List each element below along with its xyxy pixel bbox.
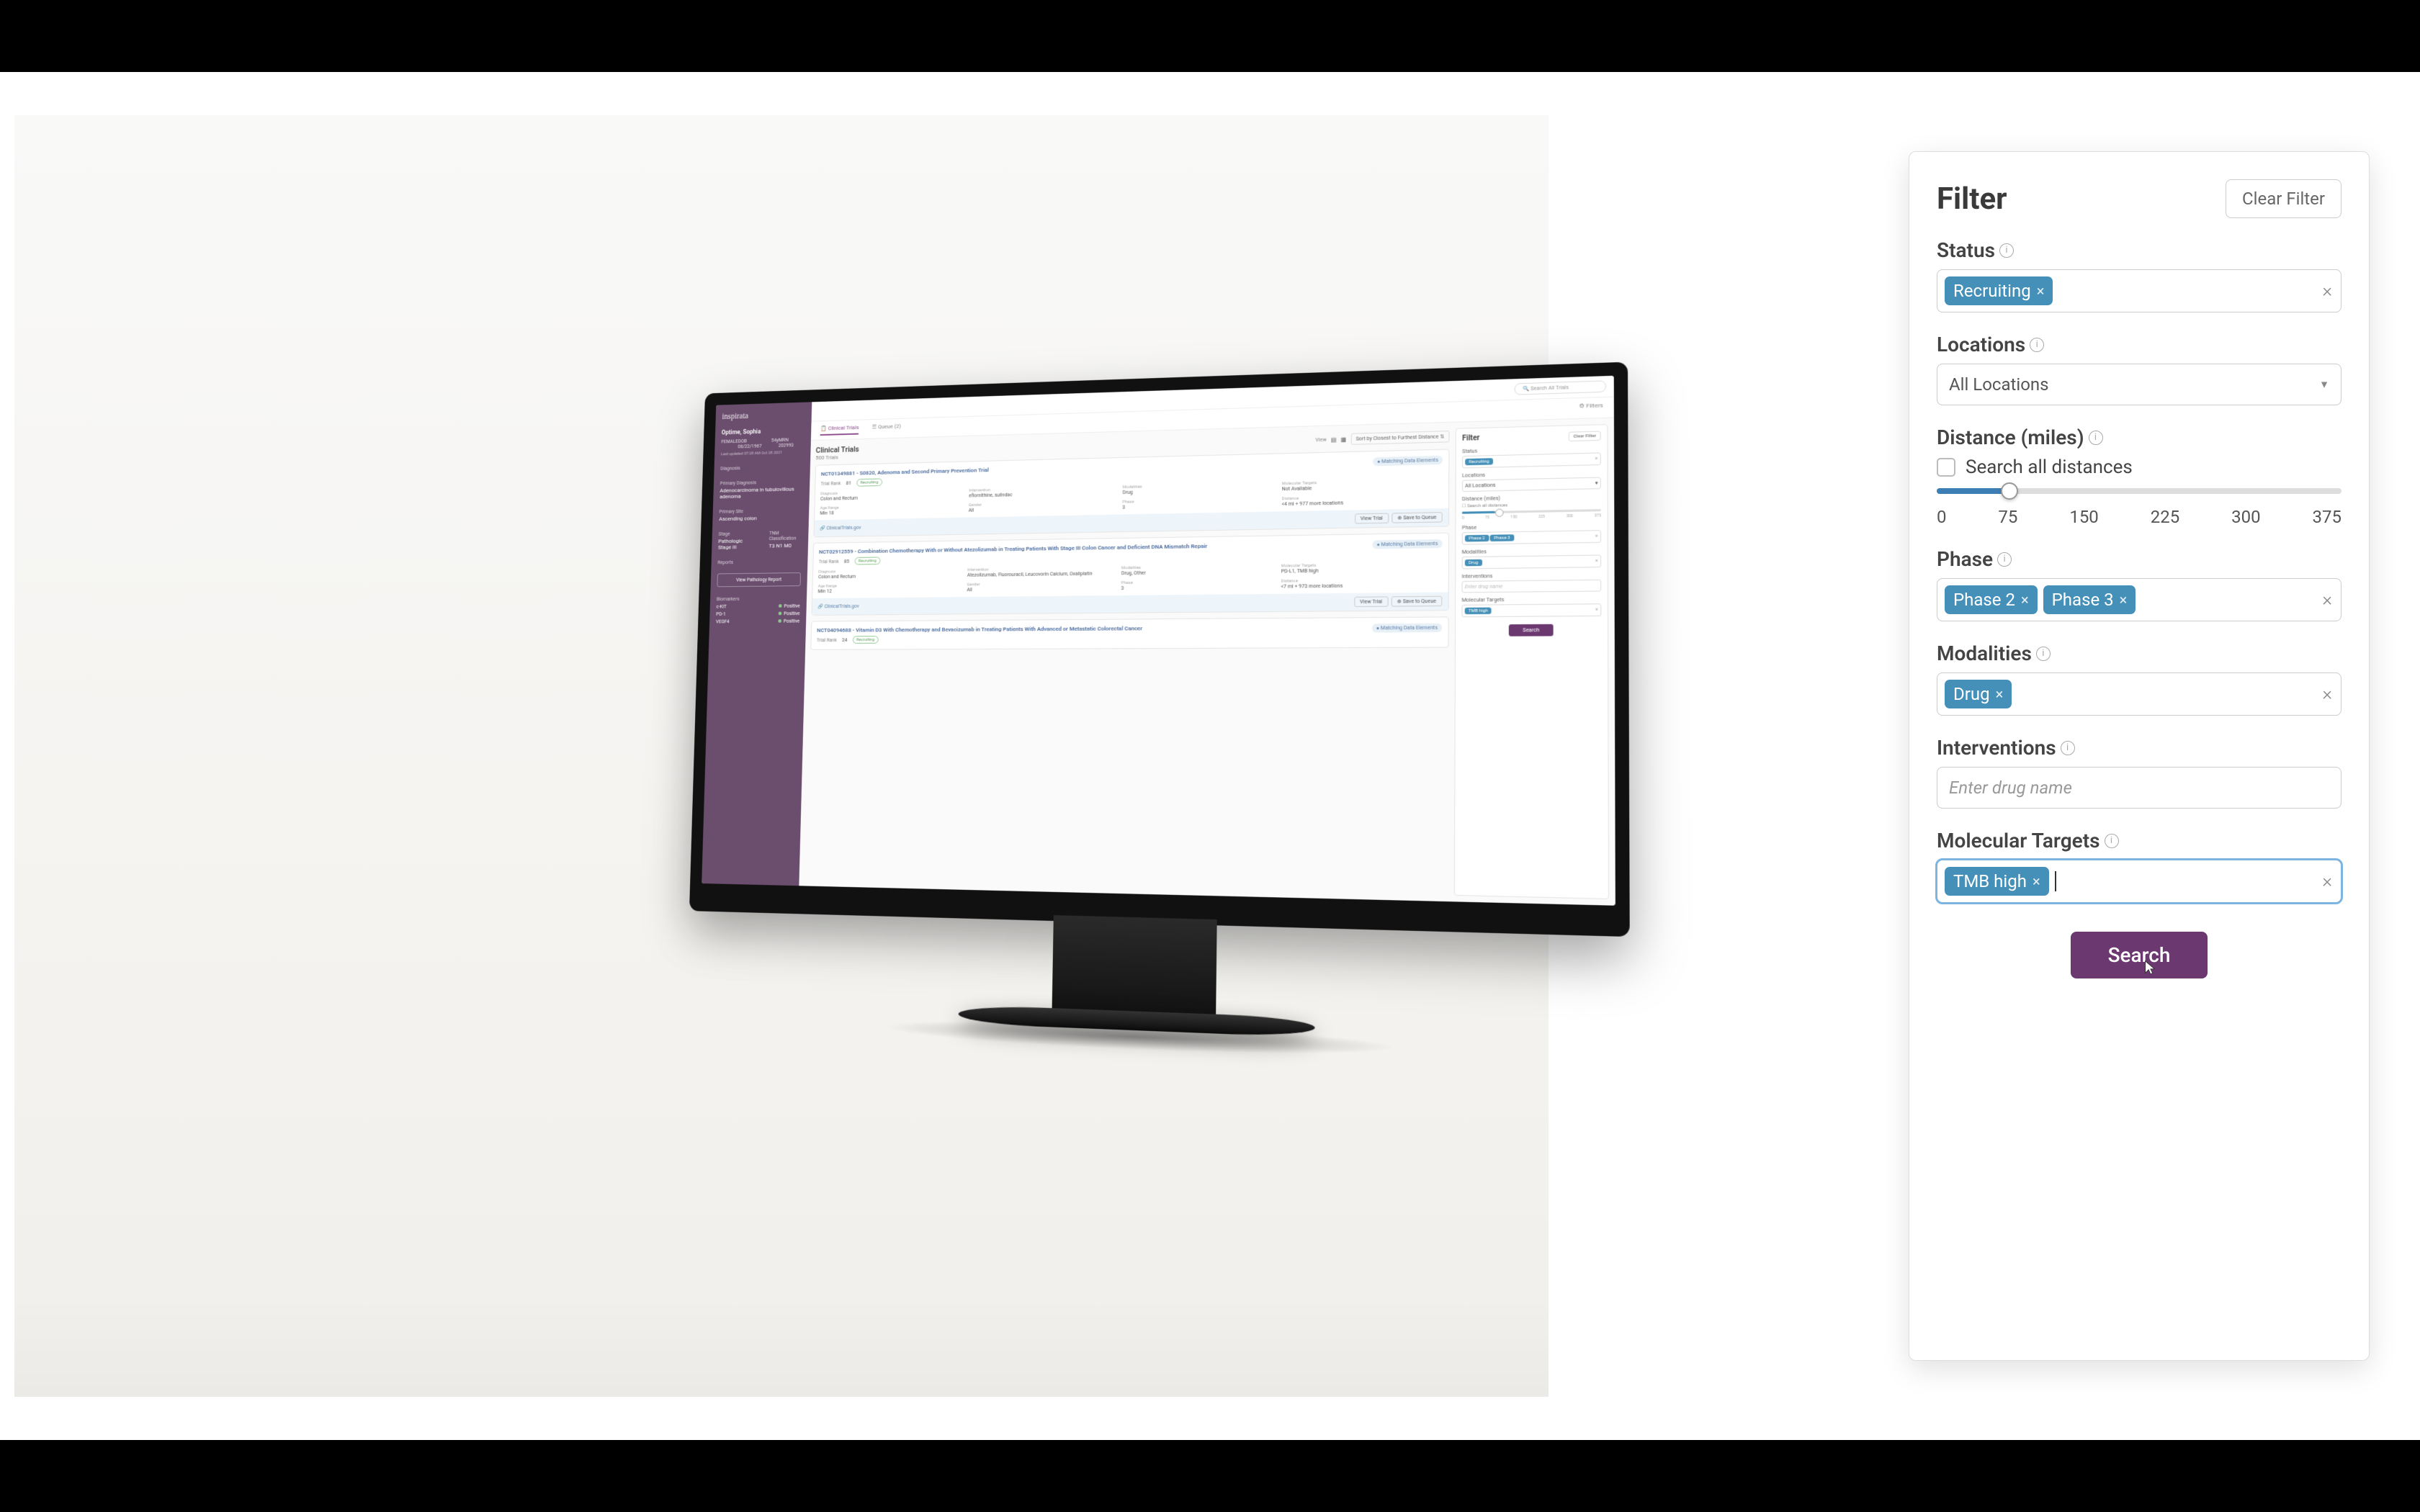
info-icon[interactable]: i — [2036, 647, 2051, 661]
inline-search-button[interactable]: Search — [1509, 624, 1553, 636]
clear-field-icon[interactable]: × — [2322, 280, 2332, 302]
matching-badge: ● Matching Data Elements — [1372, 539, 1442, 549]
remove-chip-icon[interactable]: × — [1996, 685, 2004, 703]
patient-name: Optime, Sophia — [722, 427, 805, 436]
info-icon[interactable]: i — [1999, 243, 2014, 258]
phase-chipbox[interactable]: Phase 2× Phase 3× × — [1937, 578, 2341, 621]
matching-badge: ● Matching Data Elements — [1373, 456, 1443, 466]
patient-sidebar: inspirata Optime, Sophia FEMALE DOB 08/2… — [702, 402, 812, 886]
distance-label: Distance (miles)i — [1937, 426, 2341, 449]
pointer-cursor-icon — [2142, 957, 2158, 981]
save-to-queue-button[interactable]: ⊕ Save to Queue — [1392, 512, 1443, 523]
molecular-targets-label: Molecular Targetsi — [1937, 829, 2341, 852]
phase-label: Phasei — [1937, 547, 2341, 571]
view-list-icon[interactable]: ▤ — [1331, 436, 1337, 443]
global-search[interactable]: 🔍 Search All Trials — [1515, 380, 1607, 395]
brand-logo: inspirata — [722, 409, 805, 422]
search-all-distances-checkbox[interactable] — [1937, 458, 1955, 477]
view-pathology-button[interactable]: View Pathology Report — [717, 572, 801, 587]
info-icon[interactable]: i — [2061, 741, 2075, 755]
remove-chip-icon[interactable]: × — [2033, 873, 2040, 890]
patient-sex: FEMALE — [721, 438, 738, 450]
phase-chip-3[interactable]: Phase 3× — [2043, 585, 2136, 614]
clear-filter-button[interactable]: Clear Filter — [2226, 179, 2341, 218]
modalities-chipbox[interactable]: Drug× × — [1937, 672, 2341, 716]
trial-card: ● Matching Data Elements NCT01349881 - S… — [813, 449, 1449, 537]
view-trial-button[interactable]: View Trial — [1355, 513, 1389, 524]
tab-queue[interactable]: ☰ Queue (2) — [871, 423, 901, 434]
inline-clear-filter[interactable]: Clear Filter — [1569, 431, 1601, 442]
search-button[interactable]: Search — [2071, 932, 2208, 978]
distance-slider[interactable] — [1937, 488, 2341, 494]
clear-field-icon[interactable]: × — [2322, 589, 2332, 611]
distance-ticks: 0 75 150 225 300 375 — [1937, 507, 2341, 527]
trial-title[interactable]: NCT04094688 - Vitamin D3 With Chemothera… — [817, 624, 1442, 634]
remove-chip-icon[interactable]: × — [2021, 591, 2029, 608]
remove-chip-icon[interactable]: × — [2037, 282, 2045, 300]
trial-source[interactable]: 🔗 ClinicalTrials.gov — [820, 525, 861, 531]
modalities-label: Modalitiesi — [1937, 642, 2341, 665]
view-grid-icon[interactable]: ▦ — [1341, 436, 1347, 443]
slider-thumb[interactable] — [2001, 482, 2018, 500]
status-label: Statusi — [1937, 238, 2341, 262]
locations-label: Locationsi — [1937, 333, 2341, 356]
text-cursor — [2055, 871, 2056, 891]
info-icon[interactable]: i — [2089, 431, 2103, 445]
molecular-chip-tmb-high[interactable]: TMB high× — [1945, 867, 2049, 896]
view-trial-button[interactable]: View Trial — [1354, 596, 1389, 607]
trial-card: ● Matching Data Elements NCT02912559 - C… — [812, 533, 1449, 616]
matching-badge: ● Matching Data Elements — [1372, 624, 1443, 633]
tab-clinical-trials[interactable]: 📋 Clinical Trials — [820, 424, 859, 436]
info-icon[interactable]: i — [1997, 552, 2012, 567]
search-all-distances-label: Search all distances — [1966, 456, 2133, 478]
interventions-input[interactable]: Enter drug name — [1937, 767, 2341, 809]
phase-chip-2[interactable]: Phase 2× — [1945, 585, 2038, 614]
sort-select[interactable]: Sort by Closest to Furthest Distance ⇅ — [1350, 431, 1449, 445]
trials-list: Clinical Trials 500 Trials View ▤ ▦ Sort… — [805, 428, 1450, 896]
list-title: Clinical Trials — [816, 445, 859, 455]
status-chip-recruiting[interactable]: Recruiting× — [1945, 276, 2053, 305]
diagnosis-section-label: Diagnosis — [720, 464, 804, 471]
tab-filters-toggle[interactable]: ⚙ Filters — [1579, 402, 1603, 413]
inline-filter-panel: FilterClear Filter Status Recruiting× Lo… — [1454, 424, 1609, 899]
trial-source[interactable]: 🔗 ClinicalTrials.gov — [817, 603, 859, 609]
filter-panel-title: Filter — [1937, 181, 2007, 217]
modality-chip-drug[interactable]: Drug× — [1945, 680, 2012, 708]
product-photo-backdrop: inspirata Optime, Sophia FEMALE DOB 08/2… — [14, 115, 1549, 1397]
info-icon[interactable]: i — [2030, 338, 2044, 352]
clear-field-icon[interactable]: × — [2322, 870, 2332, 892]
monitor-mock: inspirata Optime, Sophia FEMALE DOB 08/2… — [687, 362, 1630, 1007]
save-to-queue-button[interactable]: ⊕ Save to Queue — [1391, 596, 1442, 607]
status-chipbox[interactable]: Recruiting× × — [1937, 269, 2341, 312]
last-updated: Last updated 07:28 AM Oct 28 2021 — [721, 450, 805, 457]
molecular-targets-chipbox[interactable]: TMB high× × — [1937, 860, 2341, 903]
inline-location-select[interactable]: All Locations▾ — [1462, 477, 1601, 492]
info-icon[interactable]: i — [2105, 834, 2119, 848]
interventions-label: Interventionsi — [1937, 736, 2341, 760]
filter-panel: Filter Clear Filter Statusi Recruiting× … — [1909, 151, 2370, 1361]
trial-card: ● Matching Data Elements NCT04094688 - V… — [810, 616, 1448, 649]
inline-distance-slider[interactable] — [1462, 509, 1601, 514]
clear-field-icon[interactable]: × — [2322, 683, 2332, 705]
remove-chip-icon[interactable]: × — [2120, 591, 2128, 608]
locations-select[interactable]: All Locations — [1937, 364, 2341, 405]
